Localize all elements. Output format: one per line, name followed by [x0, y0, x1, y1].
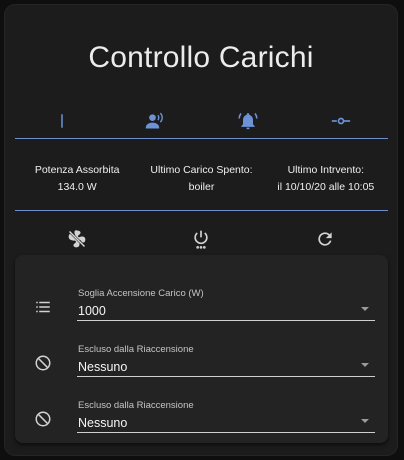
chevron-down-icon[interactable] — [361, 363, 369, 367]
field-value[interactable]: 1000 — [78, 304, 106, 318]
field-underline — [77, 376, 375, 377]
list-icon — [33, 297, 53, 317]
stats-row: Potenza Assorbita 134.0 W Ultimo Carico … — [15, 162, 388, 196]
field-underline — [77, 320, 375, 321]
card-title: Controllo Carichi — [88, 41, 314, 74]
field-value[interactable]: Nessuno — [78, 416, 127, 430]
fan-off-icon[interactable] — [15, 227, 139, 251]
power-settings-icon[interactable] — [139, 227, 263, 251]
divider-bottom — [15, 210, 388, 211]
account-voice-icon[interactable] — [108, 109, 201, 133]
settings-panel: Soglia Accensione Carico (W) 1000 Esclus… — [15, 255, 388, 443]
divider-top — [15, 138, 388, 139]
stat-value: il 10/10/20 alle 10:05 — [277, 181, 375, 193]
stat-label: Ultimo Intrvento: — [287, 164, 365, 176]
chevron-down-icon[interactable] — [361, 419, 369, 423]
field-label: Escluso dalla Riaccensione — [78, 344, 194, 355]
field-label: Escluso dalla Riaccensione — [78, 400, 194, 411]
stat-last-action: Ultimo Intrvento: il 10/10/20 alle 10:05 — [264, 162, 388, 196]
load-control-card: Controllo Carichi Potenza Assorbita 134.… — [5, 5, 397, 455]
stat-label: Potenza Assorbita — [34, 164, 120, 176]
threshold-select[interactable]: Soglia Accensione Carico (W) 1000 — [15, 277, 388, 327]
chevron-down-icon[interactable] — [361, 307, 369, 311]
block-icon — [33, 409, 53, 429]
stat-value: 134.0 W — [57, 181, 97, 193]
exclude-select-1[interactable]: Escluso dalla Riaccensione Nessuno — [15, 333, 388, 383]
text-cursor-icon[interactable] — [15, 109, 108, 133]
status-icon-row — [15, 109, 387, 133]
source-commit-icon[interactable] — [294, 109, 387, 133]
stat-last-load: Ultimo Carico Spento: boiler — [139, 162, 263, 196]
field-value[interactable]: Nessuno — [78, 360, 127, 374]
bell-ring-icon[interactable] — [201, 109, 294, 133]
refresh-icon[interactable] — [263, 227, 387, 251]
action-icon-row — [15, 227, 387, 251]
exclude-select-2[interactable]: Escluso dalla Riaccensione Nessuno — [15, 389, 388, 439]
block-icon — [33, 353, 53, 373]
stat-value: boiler — [188, 181, 215, 193]
field-label: Soglia Accensione Carico (W) — [78, 288, 204, 299]
stat-power: Potenza Assorbita 134.0 W — [15, 162, 139, 196]
stat-label: Ultimo Carico Spento: — [150, 164, 253, 176]
field-underline — [77, 432, 375, 433]
